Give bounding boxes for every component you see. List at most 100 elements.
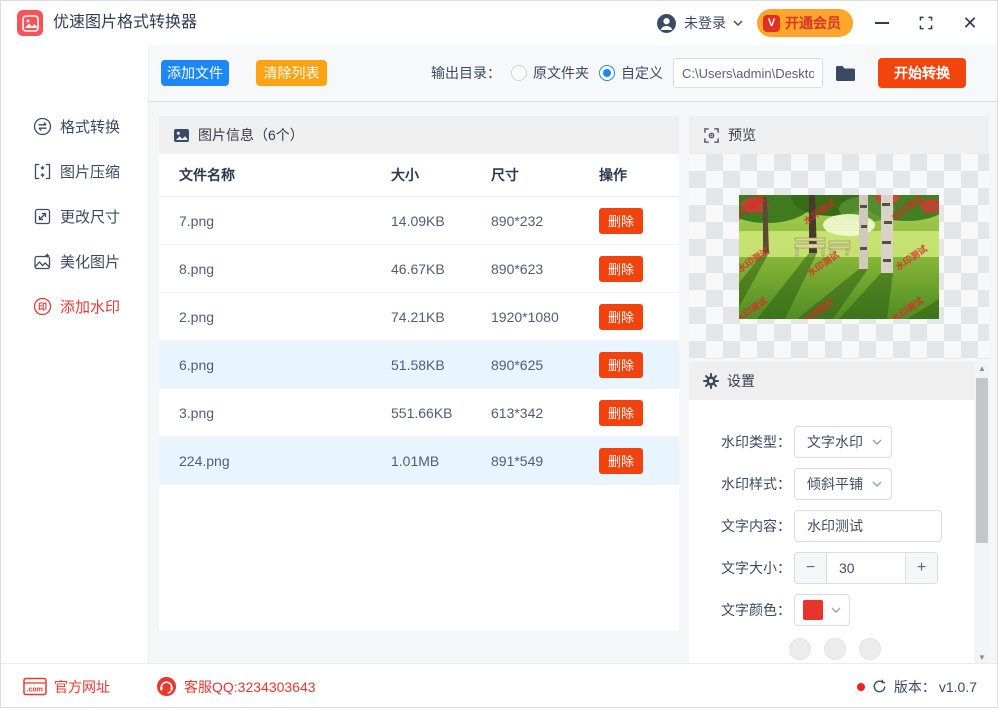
minimize-button[interactable] [867,8,897,38]
file-size: 14.09KB [391,213,491,229]
preview-title: 预览 [728,125,756,145]
watermark-type-select[interactable]: 文字水印 [794,426,892,458]
open-vip-button[interactable]: V 开通会员 [757,9,853,37]
sidebar-item-label: 美化图片 [60,251,120,272]
resize-icon [33,207,52,226]
vip-badge-icon: V [763,15,780,32]
sidebar-item-watermark[interactable]: 印 添加水印 [1,291,148,321]
delete-button[interactable]: 删除 [599,256,643,282]
preview-panel: 预览 [689,116,989,359]
file-dims: 890*232 [491,213,599,229]
output-path-input[interactable] [673,58,823,88]
radio-custom[interactable] [599,65,615,81]
file-table-title: 图片信息（6个） [198,125,304,145]
settings-scrollbar[interactable]: ▲ ▼ [975,362,989,663]
color-preset[interactable] [824,638,846,660]
output-dir-label: 输出目录： [431,63,501,83]
maximize-button[interactable] [911,8,941,38]
col-size: 大小 [391,165,491,185]
delete-button[interactable]: 删除 [599,400,643,426]
delete-button[interactable]: 删除 [599,448,643,474]
radio-custom-label[interactable]: 自定义 [621,63,663,83]
start-convert-button[interactable]: 开始转换 [878,58,966,88]
file-name: 224.png [179,453,391,469]
official-website-link[interactable]: .com 官方网址 [23,677,110,697]
sidebar-item-label: 格式转换 [60,116,120,137]
col-dims: 尺寸 [491,165,599,185]
website-icon: .com [23,677,47,696]
watermark-type-label: 水印类型： [689,432,791,452]
settings-header: 设置 [689,362,974,400]
app-logo-icon [17,10,43,36]
size-increase-button[interactable]: + [905,553,937,583]
add-files-button[interactable]: 添加文件 [161,60,229,86]
customer-service-qq-label: 客服QQ:3234303643 [184,677,316,697]
file-dims: 890*623 [491,261,599,277]
file-name: 3.png [179,405,391,421]
app-title: 优速图片格式转换器 [53,1,197,45]
chevron-down-icon [733,20,743,27]
login-menu[interactable]: 未登录 [656,13,743,34]
preview-header: 预览 [689,116,989,154]
chevron-down-icon [831,607,841,613]
sidebar-item-image-compress[interactable]: 图片压缩 [1,156,148,186]
settings-panel: 设置 水印类型： 文字水印 水印样式： 倾斜平铺 [689,362,989,663]
delete-button[interactable]: 删除 [599,208,643,234]
scroll-down-icon[interactable]: ▼ [975,651,989,663]
version-label: 版本： [894,677,936,697]
sidebar-item-label: 更改尺寸 [60,206,120,227]
color-swatch [803,600,823,620]
svg-text:.com: .com [27,687,43,694]
titlebar: 优速图片格式转换器 未登录 V 开通会员 ✕ [1,1,998,45]
size-decrease-button[interactable]: − [795,553,827,583]
browse-folder-button[interactable] [835,65,856,82]
folder-icon [835,65,856,82]
chevron-down-icon [872,481,882,487]
scrollbar-thumb[interactable] [976,378,988,543]
file-table-header: 图片信息（6个） [159,116,679,154]
col-ops: 操作 [599,165,679,185]
customer-service-icon [156,676,177,697]
compress-icon [33,162,52,181]
watermark-type-value: 文字水印 [807,432,863,452]
file-name: 7.png [179,213,391,229]
settings-title: 设置 [727,371,755,391]
file-name: 2.png [179,309,391,325]
clear-list-button[interactable]: 清除列表 [256,60,327,86]
sidebar-item-label: 图片压缩 [60,161,120,182]
text-color-select[interactable] [794,594,850,626]
sidebar-item-resize[interactable]: 更改尺寸 [1,201,148,231]
table-row-selected[interactable]: 224.png 1.01MB 891*549 删除 [159,437,679,485]
text-size-input[interactable] [827,553,905,583]
text-content-input[interactable] [794,510,942,542]
color-preset[interactable] [859,638,881,660]
watermark-style-select[interactable]: 倾斜平铺 [794,468,892,500]
color-preset[interactable] [789,638,811,660]
file-size: 74.21KB [391,309,491,325]
radio-original-label[interactable]: 原文件夹 [533,63,589,83]
login-status-label: 未登录 [684,13,726,33]
refresh-icon [872,679,887,694]
customer-service-link[interactable]: 客服QQ:3234303643 [156,676,316,697]
text-size-stepper: − + [794,552,938,584]
status-dot [857,683,865,691]
delete-button[interactable]: 删除 [599,352,643,378]
file-dims: 890*625 [491,357,599,373]
scroll-up-icon[interactable]: ▲ [975,362,989,374]
watermark-icon: 印 [33,297,52,316]
radio-original-folder[interactable] [511,65,527,81]
sidebar-item-beautify[interactable]: 美化图片 [1,246,148,276]
text-size-label: 文字大小： [689,558,791,578]
delete-button[interactable]: 删除 [599,304,643,330]
table-row[interactable]: 2.png 74.21KB 1920*1080 删除 [159,293,679,341]
table-row[interactable]: 7.png 14.09KB 890*232 删除 [159,197,679,245]
gear-icon [703,373,719,389]
table-row[interactable]: 8.png 46.67KB 890*623 删除 [159,245,679,293]
check-update-button[interactable] [872,679,887,694]
close-icon: ✕ [962,14,977,32]
close-button[interactable]: ✕ [955,8,985,38]
table-row[interactable]: 3.png 551.66KB 613*342 删除 [159,389,679,437]
main-content: 图片信息（6个） 文件名称 大小 尺寸 操作 7.png 14.09KB 890… [149,102,998,663]
table-row-selected[interactable]: 6.png 51.58KB 890*625 删除 [159,341,679,389]
sidebar-item-format-convert[interactable]: 格式转换 [1,111,148,141]
